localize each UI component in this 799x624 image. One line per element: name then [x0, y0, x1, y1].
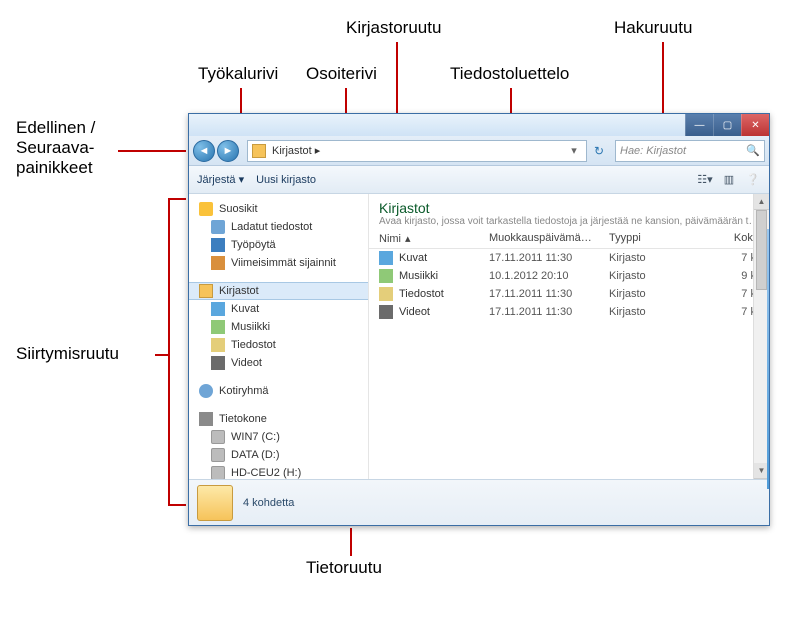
scroll-thumb[interactable]: [756, 210, 767, 290]
sidebar-item-drive-c[interactable]: WIN7 (C:): [189, 428, 368, 446]
title-bar: — ▢ ✕: [189, 114, 769, 136]
details-text: 4 kohdetta: [243, 497, 294, 509]
search-placeholder: Hae: Kirjastot: [620, 145, 686, 157]
label-nav-pane: Siirtymisruutu: [16, 344, 119, 364]
sidebar-item-music[interactable]: Musiikki: [189, 318, 368, 336]
star-icon: [199, 202, 213, 216]
videos-icon: [379, 305, 393, 319]
music-icon: [211, 320, 225, 334]
list-item[interactable]: Videot 17.11.2011 11:30 Kirjasto 7 kt: [369, 303, 769, 321]
download-icon: [211, 220, 225, 234]
sidebar-item-drive-h[interactable]: HD-CEU2 (H:): [189, 464, 368, 479]
file-list: Kuvat 17.11.2011 11:30 Kirjasto 7 kt Mus…: [369, 249, 769, 321]
pictures-icon: [211, 302, 225, 316]
drive-icon: [211, 466, 225, 479]
content-pane: Kirjastot Avaa kirjasto, jossa voit tark…: [369, 194, 769, 479]
search-input[interactable]: Hae: Kirjastot 🔍: [615, 140, 765, 162]
sidebar-item-drive-d[interactable]: DATA (D:): [189, 446, 368, 464]
preview-pane-button[interactable]: ▥: [721, 172, 737, 188]
sidebar-item-videos[interactable]: Videot: [189, 354, 368, 372]
videos-icon: [211, 356, 225, 370]
label-toolbar: Työkalurivi: [198, 64, 278, 84]
sidebar-item-documents[interactable]: Tiedostot: [189, 336, 368, 354]
details-pane: 4 kohdetta: [189, 479, 769, 525]
new-library-button[interactable]: Uusi kirjasto: [256, 174, 316, 186]
library-title: Kirjastot: [379, 200, 759, 216]
label-address-bar: Osoiterivi: [306, 64, 377, 84]
column-headers: Nimi▴ Muokkauspäivämä… Tyyppi Koko: [369, 229, 769, 249]
label-details-pane: Tietoruutu: [306, 558, 382, 578]
view-button[interactable]: ☷▾: [697, 172, 713, 188]
bracket-nav-pane-top: [168, 198, 186, 200]
col-type[interactable]: Tyyppi: [609, 232, 689, 245]
folder-icon: [252, 144, 266, 158]
sidebar-item-favorites[interactable]: Suosikit: [189, 200, 368, 218]
sort-asc-icon: ▴: [405, 232, 411, 245]
toolbar: Järjestä ▾ Uusi kirjasto ☷▾ ▥ ❔: [189, 166, 769, 194]
decor-strip: [767, 229, 770, 489]
homegroup-icon: [199, 384, 213, 398]
label-file-list: Tiedostoluettelo: [450, 64, 569, 84]
documents-icon: [211, 338, 225, 352]
label-search-box: Hakuruutu: [614, 18, 692, 38]
drive-icon: [211, 448, 225, 462]
window-body: Suosikit Ladatut tiedostot Työpöytä Viim…: [189, 194, 769, 479]
sidebar-item-pictures[interactable]: Kuvat: [189, 300, 368, 318]
address-dropdown[interactable]: ▾: [566, 144, 582, 157]
list-item[interactable]: Tiedostot 17.11.2011 11:30 Kirjasto 7 kt: [369, 285, 769, 303]
label-prev-next: Edellinen / Seuraava- painikkeet: [16, 118, 95, 178]
music-icon: [379, 269, 393, 283]
explorer-window: — ▢ ✕ ◄ ► Kirjastot ▸ ▾ ↻ Hae: Kirjastot…: [188, 113, 770, 526]
bracket-nav-pane-v: [168, 198, 170, 506]
folder-large-icon: [197, 485, 233, 521]
line-nav-pane: [155, 354, 168, 356]
organize-button[interactable]: Järjestä ▾: [197, 173, 244, 186]
drive-icon: [211, 430, 225, 444]
sidebar-item-computer[interactable]: Tietokone: [189, 410, 368, 428]
col-date[interactable]: Muokkauspäivämä…: [489, 232, 609, 245]
search-icon: 🔍: [746, 144, 760, 157]
minimize-button[interactable]: —: [685, 114, 713, 136]
library-icon: [199, 284, 213, 298]
sidebar-item-desktop[interactable]: Työpöytä: [189, 236, 368, 254]
sidebar-item-recent[interactable]: Viimeisimmät sijainnit: [189, 254, 368, 272]
forward-button[interactable]: ►: [217, 140, 239, 162]
documents-icon: [379, 287, 393, 301]
help-button[interactable]: ❔: [745, 172, 761, 188]
recent-icon: [211, 256, 225, 270]
sidebar-item-homegroup[interactable]: Kotiryhmä: [189, 382, 368, 400]
line-details-pane: [350, 528, 352, 556]
scroll-up-button[interactable]: ▲: [754, 194, 769, 210]
col-name[interactable]: Nimi▴: [379, 232, 489, 245]
navigation-pane: Suosikit Ladatut tiedostot Työpöytä Viim…: [189, 194, 369, 479]
computer-icon: [199, 412, 213, 426]
pictures-icon: [379, 251, 393, 265]
address-text: Kirjastot ▸: [272, 144, 320, 157]
nav-row: ◄ ► Kirjastot ▸ ▾ ↻ Hae: Kirjastot 🔍: [189, 136, 769, 166]
library-subtitle: Avaa kirjasto, jossa voit tarkastella ti…: [379, 216, 759, 227]
back-button[interactable]: ◄: [193, 140, 215, 162]
sidebar-item-libraries[interactable]: Kirjastot: [189, 282, 368, 300]
label-lib-pane: Kirjastoruutu: [346, 18, 441, 38]
library-header: Kirjastot Avaa kirjasto, jossa voit tark…: [369, 194, 769, 229]
col-size[interactable]: Koko: [689, 232, 759, 245]
list-item[interactable]: Musiikki 10.1.2012 20:10 Kirjasto 9 kt: [369, 267, 769, 285]
maximize-button[interactable]: ▢: [713, 114, 741, 136]
line-prev-next: [118, 150, 186, 152]
sidebar-item-downloads[interactable]: Ladatut tiedostot: [189, 218, 368, 236]
address-bar[interactable]: Kirjastot ▸ ▾: [247, 140, 587, 162]
bracket-nav-pane-bot: [168, 504, 186, 506]
refresh-button[interactable]: ↻: [589, 144, 609, 158]
list-item[interactable]: Kuvat 17.11.2011 11:30 Kirjasto 7 kt: [369, 249, 769, 267]
close-button[interactable]: ✕: [741, 114, 769, 136]
desktop-icon: [211, 238, 225, 252]
